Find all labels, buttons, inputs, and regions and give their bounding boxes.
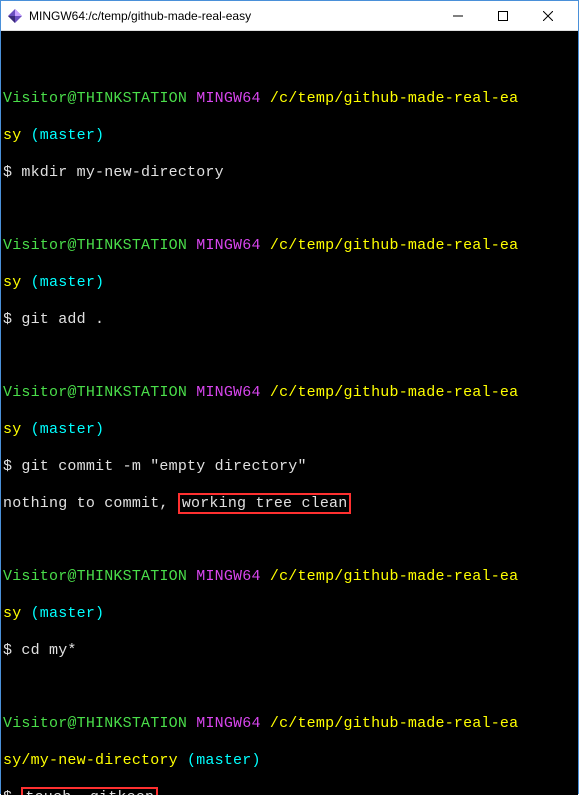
prompt-line: Visitor@THINKSTATION MINGW64 /c/temp/git… <box>3 90 576 108</box>
highlight-clean: working tree clean <box>178 493 352 514</box>
close-button[interactable] <box>525 1 570 30</box>
minimize-button[interactable] <box>435 1 480 30</box>
prompt-line-2: sy/my-new-directory (master) <box>3 752 576 770</box>
prompt-line: Visitor@THINKSTATION MINGW64 /c/temp/git… <box>3 237 576 255</box>
prompt-line: Visitor@THINKSTATION MINGW64 /c/temp/git… <box>3 715 576 733</box>
window-controls <box>435 1 570 30</box>
prompt-line: Visitor@THINKSTATION MINGW64 /c/temp/git… <box>3 384 576 402</box>
terminal-output[interactable]: Visitor@THINKSTATION MINGW64 /c/temp/git… <box>1 31 578 795</box>
cmd-cd-my: $ cd my* <box>3 642 576 660</box>
prompt-line-2: sy (master) <box>3 605 576 623</box>
maximize-button[interactable] <box>480 1 525 30</box>
prompt-line-2: sy (master) <box>3 127 576 145</box>
window-title: MINGW64:/c/temp/github-made-real-easy <box>29 9 435 23</box>
cmd-gitadd: $ git add . <box>3 311 576 329</box>
out-nothing: nothing to commit, working tree clean <box>3 495 576 513</box>
prompt-line: Visitor@THINKSTATION MINGW64 /c/temp/git… <box>3 568 576 586</box>
cmd-commit-empty: $ git commit -m "empty directory" <box>3 458 576 476</box>
titlebar: MINGW64:/c/temp/github-made-real-easy <box>1 1 578 31</box>
app-icon <box>7 8 23 24</box>
prompt-line-2: sy (master) <box>3 421 576 439</box>
cmd-touch: $ touch .gitkeep <box>3 789 576 795</box>
cmd-mkdir: $ mkdir my-new-directory <box>3 164 576 182</box>
prompt-line-2: sy (master) <box>3 274 576 292</box>
